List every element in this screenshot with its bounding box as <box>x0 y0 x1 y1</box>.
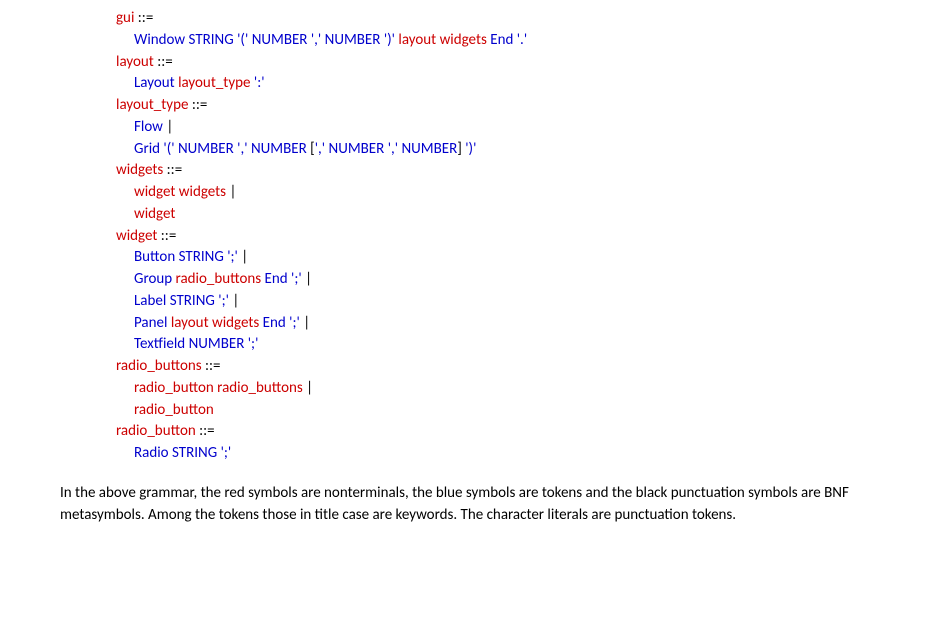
metasymbol: | <box>305 270 312 288</box>
metasymbol: | <box>232 292 239 310</box>
nonterminal: radio_button <box>116 422 196 440</box>
token: Label <box>134 292 166 310</box>
token: ';' <box>227 248 238 266</box>
grammar-rule-body: Layout layout_type ':' <box>116 73 892 95</box>
token: ';' <box>248 335 259 353</box>
metasymbol: ::= <box>167 161 183 179</box>
grammar-rule-body: widget widgets | <box>116 182 892 204</box>
grammar-rule-body: Label STRING ';' | <box>116 291 892 313</box>
metasymbol: ::= <box>192 96 208 114</box>
nonterminal: layout_type <box>116 96 188 114</box>
token: STRING <box>179 248 224 266</box>
metasymbol: | <box>303 314 310 332</box>
grammar-rule-body: Textfield NUMBER ';' <box>116 334 892 356</box>
token: Grid <box>134 140 160 158</box>
metasymbol: ::= <box>157 53 173 71</box>
token: ')' <box>384 31 395 49</box>
metasymbol: ::= <box>205 357 221 375</box>
token: ',' <box>311 31 321 49</box>
token: Button <box>134 248 175 266</box>
token: NUMBER <box>329 140 385 158</box>
nonterminal: radio_buttons <box>176 270 262 288</box>
metasymbol: | <box>166 118 173 136</box>
nonterminal: widget <box>116 227 157 245</box>
token: NUMBER <box>401 140 457 158</box>
nonterminal: layout_type <box>178 74 250 92</box>
nonterminal: widgets <box>179 183 226 201</box>
token: ';' <box>218 292 229 310</box>
grammar-rule-head: radio_buttons ::= <box>116 356 892 378</box>
nonterminal: layout <box>116 53 154 71</box>
token: ';' <box>289 314 300 332</box>
grammar-rule-body: Group radio_buttons End ';' | <box>116 269 892 291</box>
grammar-rule-head: layout_type ::= <box>116 95 892 117</box>
nonterminal: widgets <box>440 31 487 49</box>
metasymbol: ::= <box>199 422 215 440</box>
grammar-rule-body: Grid '(' NUMBER ',' NUMBER [',' NUMBER '… <box>116 139 892 161</box>
nonterminal: widget <box>134 205 175 223</box>
token: Radio <box>134 444 169 462</box>
metasymbol: ::= <box>161 227 177 245</box>
grammar-rule-head: radio_button ::= <box>116 421 892 443</box>
grammar-rule-head: widget ::= <box>116 226 892 248</box>
metasymbol: | <box>306 379 313 397</box>
token: ',' <box>315 140 325 158</box>
token: NUMBER <box>189 335 245 353</box>
token: NUMBER <box>252 31 308 49</box>
token: ',' <box>237 140 247 158</box>
token: STRING <box>189 31 234 49</box>
token: ',' <box>388 140 398 158</box>
grammar-rule-body: Flow | <box>116 117 892 139</box>
token: '.' <box>517 31 527 49</box>
grammar-rule-body: radio_button radio_buttons | <box>116 378 892 400</box>
grammar-rule-body: Window STRING '(' NUMBER ',' NUMBER ')' … <box>116 30 892 52</box>
token: ';' <box>221 444 232 462</box>
token: End <box>263 314 286 332</box>
nonterminal: radio_button <box>134 401 214 419</box>
nonterminal: layout <box>171 314 209 332</box>
metasymbol: | <box>229 183 236 201</box>
token: STRING <box>170 292 215 310</box>
token: '(' <box>237 31 248 49</box>
nonterminal: widgets <box>212 314 259 332</box>
nonterminal: radio_button <box>134 379 214 397</box>
token: Flow <box>134 118 163 136</box>
token: NUMBER <box>325 31 381 49</box>
grammar-rule-body: radio_button <box>116 400 892 422</box>
token: ':' <box>254 74 265 92</box>
token: Window <box>134 31 185 49</box>
nonterminal: layout <box>398 31 436 49</box>
token: ';' <box>291 270 302 288</box>
grammar-rule-head: gui ::= <box>116 8 892 30</box>
grammar-rule-body: Radio STRING ';' <box>116 443 892 465</box>
token: NUMBER <box>251 140 307 158</box>
grammar-rule-body: Button STRING ';' | <box>116 247 892 269</box>
token: Textfield <box>134 335 185 353</box>
grammar-rule-head: widgets ::= <box>116 160 892 182</box>
token: End <box>490 31 513 49</box>
token: Layout <box>134 74 175 92</box>
nonterminal: radio_buttons <box>217 379 303 397</box>
token: NUMBER <box>178 140 234 158</box>
token: '(' <box>163 140 174 158</box>
grammar-block: gui ::=Window STRING '(' NUMBER ',' NUMB… <box>116 8 892 465</box>
grammar-rule-body: Panel layout widgets End ';' | <box>116 313 892 335</box>
nonterminal: widgets <box>116 161 163 179</box>
grammar-rule-head: layout ::= <box>116 52 892 74</box>
nonterminal: widget <box>134 183 175 201</box>
nonterminal: gui <box>116 9 134 27</box>
token: ')' <box>465 140 476 158</box>
metasymbol: ::= <box>138 9 154 27</box>
grammar-rule-body: widget <box>116 204 892 226</box>
nonterminal: radio_buttons <box>116 357 202 375</box>
explanatory-paragraph: In the above grammar, the red symbols ar… <box>60 483 892 527</box>
token: Panel <box>134 314 167 332</box>
document-content: gui ::=Window STRING '(' NUMBER ',' NUMB… <box>0 0 952 546</box>
token: Group <box>134 270 172 288</box>
token: STRING <box>172 444 217 462</box>
token: End <box>265 270 288 288</box>
metasymbol: | <box>241 248 248 266</box>
